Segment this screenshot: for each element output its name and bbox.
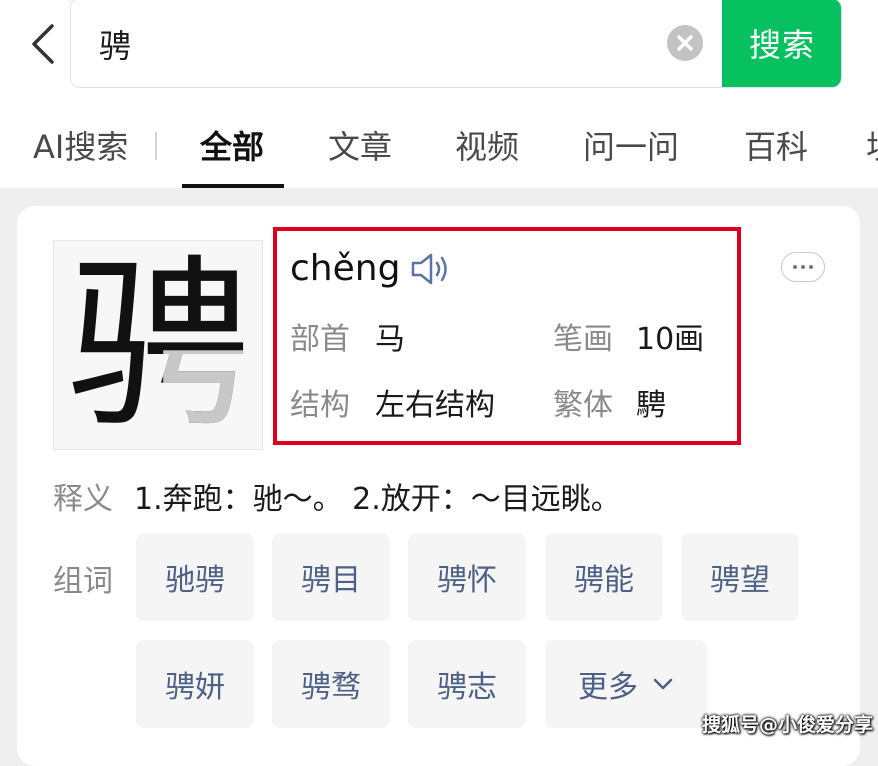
pinyin: chěng bbox=[290, 248, 401, 289]
active-tab-indicator bbox=[182, 184, 284, 188]
back-icon[interactable] bbox=[22, 20, 66, 68]
tab-videos[interactable]: 视频 bbox=[455, 122, 519, 168]
search-input[interactable]: 骋 bbox=[99, 21, 131, 67]
more-words-button[interactable]: 更多 bbox=[545, 640, 707, 728]
tab-all[interactable]: 全部 bbox=[200, 122, 264, 168]
more-options-icon[interactable] bbox=[781, 252, 825, 282]
tab-more[interactable]: 块 bbox=[866, 122, 878, 168]
word-chip[interactable]: 骋目 bbox=[272, 533, 390, 621]
word-chip[interactable]: 骋骛 bbox=[272, 640, 390, 728]
watermark: 搜狐号@小俊爱分享 bbox=[702, 714, 874, 736]
tab-baike[interactable]: 百科 bbox=[744, 122, 808, 168]
strokes-label: 笔画 bbox=[553, 322, 613, 357]
search-button[interactable]: 搜索 bbox=[722, 0, 841, 87]
traditional-label: 繁体 bbox=[553, 388, 613, 423]
radical-label: 部首 bbox=[290, 322, 350, 357]
word-chip[interactable]: 骋志 bbox=[408, 640, 526, 728]
traditional-value: 騁 bbox=[636, 388, 666, 423]
structure-label: 结构 bbox=[290, 388, 350, 423]
radical-value: 马 bbox=[375, 322, 405, 357]
more-words-label: 更多 bbox=[578, 670, 638, 705]
tab-ask[interactable]: 问一问 bbox=[583, 122, 679, 168]
meaning-text: 1.奔跑：驰～。 2.放开：～目远眺。 bbox=[134, 482, 621, 517]
structure-value: 左右结构 bbox=[375, 388, 495, 423]
word-chip[interactable]: 驰骋 bbox=[136, 533, 254, 621]
character-stroke-image[interactable]: 骋 骋 bbox=[53, 240, 263, 450]
word-chip[interactable]: 骋怀 bbox=[408, 533, 526, 621]
word-chip[interactable]: 骋能 bbox=[545, 533, 663, 621]
meaning-label: 释义 bbox=[53, 482, 113, 517]
tab-articles[interactable]: 文章 bbox=[328, 122, 392, 168]
tab-ai-search[interactable]: AI搜索 bbox=[33, 122, 128, 168]
chevron-down-icon bbox=[653, 678, 673, 690]
words-label: 组词 bbox=[53, 564, 113, 599]
tab-divider bbox=[155, 132, 157, 160]
word-chip[interactable]: 骋望 bbox=[681, 533, 799, 621]
speaker-icon[interactable] bbox=[410, 252, 454, 286]
top-bar: 骋 搜索 bbox=[0, 0, 878, 100]
search-box[interactable]: 骋 搜索 bbox=[70, 0, 842, 88]
word-chip[interactable]: 骋妍 bbox=[136, 640, 254, 728]
strokes-value: 10画 bbox=[636, 322, 705, 357]
clear-icon[interactable] bbox=[667, 25, 703, 61]
